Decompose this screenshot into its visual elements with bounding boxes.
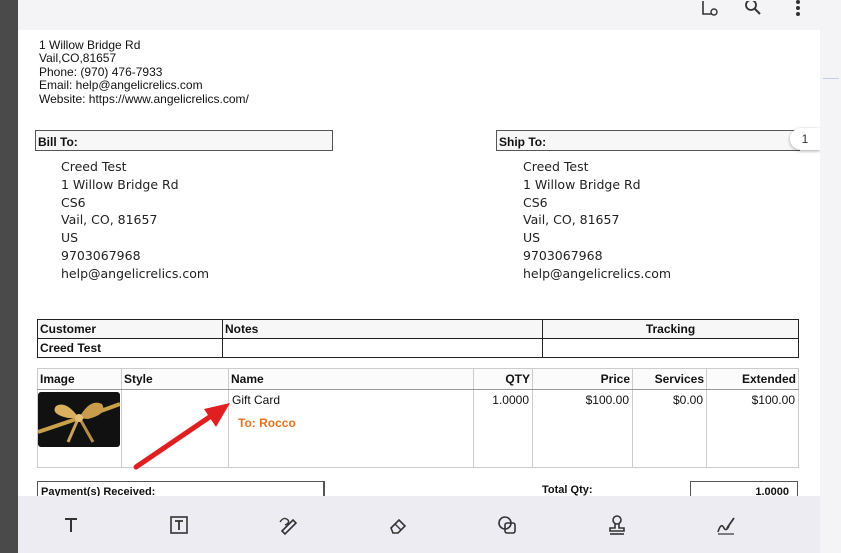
ship-to-header: Ship To: bbox=[496, 130, 800, 151]
extended-cell: $100.00 bbox=[706, 389, 799, 468]
total-qty-label: Total Qty: bbox=[542, 484, 593, 496]
price-column-header: Price bbox=[532, 368, 633, 390]
address-line: 1 Willow Bridge Rd bbox=[39, 38, 141, 52]
table-row: Gift Card To: Rocco 1.0000 $100.00 $0.00… bbox=[37, 389, 799, 468]
services-cell: $0.00 bbox=[632, 389, 707, 468]
tracking-header: Tracking bbox=[542, 319, 799, 339]
ship-to-address: Creed Test 1 Willow Bridge Rd CS6 Vail, … bbox=[523, 158, 671, 283]
phone-line: Phone: (970) 476-7933 bbox=[39, 64, 163, 79]
table-row: Customer Notes Tracking bbox=[37, 319, 799, 339]
background-right-edge bbox=[820, 0, 841, 553]
ship-to-line: 1 Willow Bridge Rd bbox=[523, 176, 641, 192]
bill-to-address: Creed Test 1 Willow Bridge Rd CS6 Vail, … bbox=[61, 158, 209, 283]
bill-to-line: help@angelicrelics.com bbox=[61, 265, 210, 281]
name-column-header: Name bbox=[228, 368, 474, 390]
gift-bow-image bbox=[38, 392, 120, 447]
name-cell: Gift Card To: Rocco bbox=[228, 389, 474, 468]
ship-to-line: US bbox=[523, 230, 541, 246]
bill-to-line: Vail, CO, 81657 bbox=[61, 212, 158, 228]
bill-to-line: Creed Test bbox=[61, 159, 127, 174]
image-cell bbox=[37, 389, 122, 468]
ship-to-line: Vail, CO, 81657 bbox=[523, 212, 620, 228]
pdf-viewer: 1 Willow Bridge Rd Vail,CO,81657 Phone: … bbox=[18, 0, 820, 553]
line-items-table: Image Style Name QTY Price Services Exte… bbox=[37, 368, 799, 468]
page-indicator[interactable]: 1 bbox=[790, 128, 820, 150]
signature-tool-icon[interactable] bbox=[712, 512, 740, 538]
customer-cell: Creed Test bbox=[37, 338, 223, 358]
tracking-cell bbox=[542, 338, 799, 358]
city-line: Vail,CO,81657 bbox=[39, 51, 117, 66]
table-row: Creed Test bbox=[37, 338, 799, 358]
style-column-header: Style bbox=[121, 368, 229, 390]
shapes-tool-icon[interactable] bbox=[493, 512, 521, 538]
search-icon[interactable] bbox=[740, 0, 766, 18]
text-tool-icon[interactable] bbox=[57, 512, 85, 538]
viewer-top-toolbar bbox=[18, 0, 820, 30]
ship-to-line: CS6 bbox=[523, 194, 548, 210]
item-name: Gift Card bbox=[232, 393, 281, 407]
ship-to-line: 9703067968 bbox=[523, 247, 603, 263]
image-column-header: Image bbox=[37, 368, 122, 390]
qty-cell: 1.0000 bbox=[473, 389, 533, 468]
stamp-tool-icon[interactable] bbox=[603, 512, 631, 538]
bill-to-line: 1 Willow Bridge Rd bbox=[61, 176, 179, 192]
invoice-document: 1 Willow Bridge Rd Vail,CO,81657 Phone: … bbox=[18, 0, 820, 553]
customer-header: Customer bbox=[37, 319, 223, 339]
bill-to-line: US bbox=[61, 230, 79, 246]
table-header-row: Image Style Name QTY Price Services Exte… bbox=[37, 368, 799, 390]
style-cell bbox=[121, 389, 229, 468]
email-line: Email: help@angelicrelics.com bbox=[39, 78, 203, 93]
ship-to-line: help@angelicrelics.com bbox=[523, 265, 672, 281]
extended-column-header: Extended bbox=[706, 368, 799, 390]
customer-table: Customer Notes Tracking Creed Test bbox=[37, 319, 799, 358]
item-note: To: Rocco bbox=[238, 416, 296, 430]
text-box-tool-icon[interactable] bbox=[165, 512, 193, 538]
bill-to-line: CS6 bbox=[61, 194, 86, 210]
bill-to-line: 9703067968 bbox=[61, 247, 141, 263]
background-left-edge bbox=[0, 0, 18, 553]
notes-header: Notes bbox=[222, 319, 543, 339]
price-cell: $100.00 bbox=[532, 389, 633, 468]
annotation-toolbar bbox=[18, 496, 820, 553]
more-vertical-icon[interactable] bbox=[785, 0, 811, 18]
document-settings-icon[interactable] bbox=[696, 0, 722, 18]
draw-tool-icon[interactable] bbox=[275, 512, 303, 538]
background-divider bbox=[823, 78, 839, 79]
eraser-tool-icon[interactable] bbox=[384, 512, 412, 538]
services-column-header: Services bbox=[632, 368, 707, 390]
qty-column-header: QTY bbox=[473, 368, 533, 390]
company-address: 1 Willow Bridge Rd Vail,CO,81657 Phone: … bbox=[39, 38, 249, 106]
bill-to-header: Bill To: bbox=[35, 130, 333, 151]
ship-to-line: Creed Test bbox=[523, 159, 589, 174]
website-line: Website: https://www.angelicrelics.com/ bbox=[39, 91, 249, 106]
notes-cell bbox=[222, 338, 543, 358]
